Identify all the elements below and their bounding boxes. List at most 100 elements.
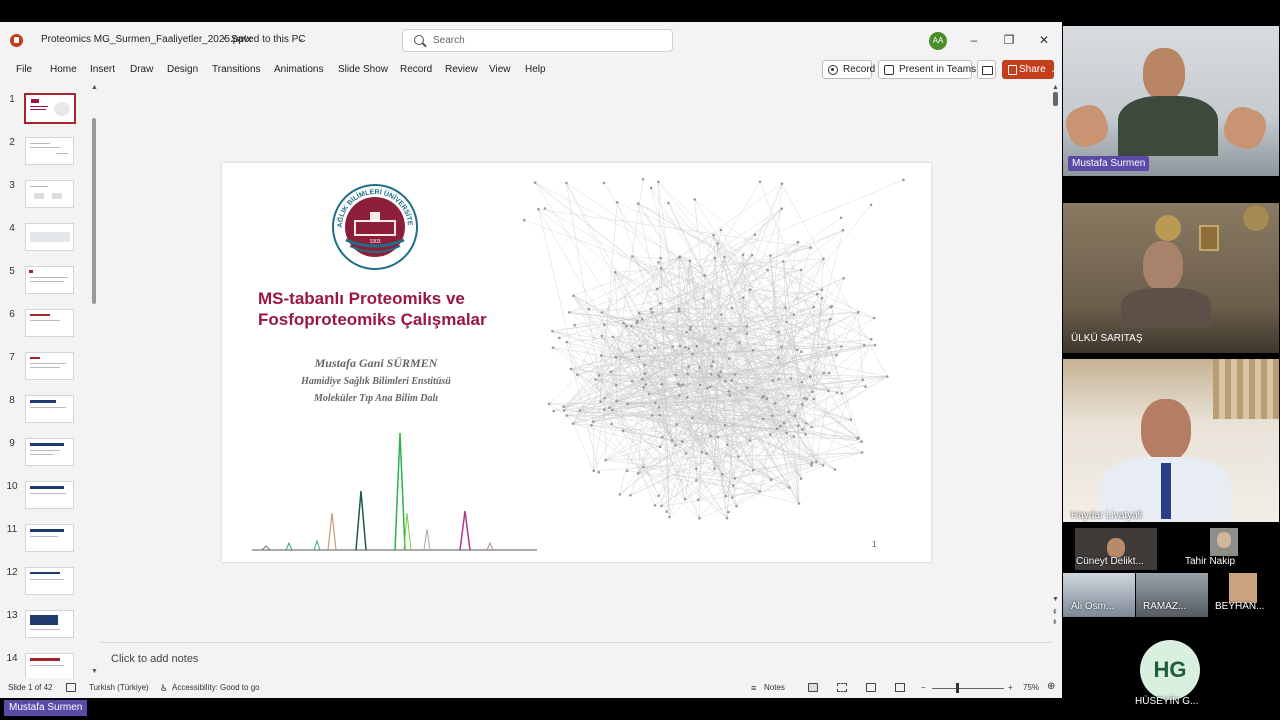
slide-title[interactable]: MS-tabanlı Proteomiks ve Fosfoproteomiks… [258,288,487,330]
scroll-up-icon[interactable]: ▲ [91,84,98,91]
notes-pane[interactable]: Click to add notes [100,642,1053,674]
close-icon[interactable]: ✕ [1034,31,1054,49]
zoom-slider[interactable] [932,688,1004,689]
menu-design[interactable]: Design [167,64,198,75]
slide-thumbnail-11[interactable] [25,524,74,552]
language-status[interactable]: Turkish (Türkiye) [89,683,149,692]
normal-view-icon[interactable] [808,683,818,692]
network-node [695,467,698,471]
network-node [611,335,615,339]
spell-check-icon[interactable] [66,683,76,692]
slide-thumbnail-2[interactable] [25,137,74,165]
menu-record[interactable]: Record [400,64,432,75]
network-node [688,259,692,263]
menu-transitions[interactable]: Transitions [212,64,261,75]
menu-animations[interactable]: Animations [274,64,323,75]
present-in-teams-button[interactable]: Present in Teams [878,60,976,79]
slide-thumbnail-14[interactable] [25,653,74,681]
zoom-slider-thumb[interactable] [956,683,959,693]
scroll-up-icon[interactable]: ▲ [1052,84,1059,91]
video-tile-2[interactable]: ÜLKÜ SARITAŞ [1063,203,1279,353]
share-button[interactable]: Share ⌄ [1002,60,1057,79]
slide-department[interactable]: Moleküler Tıp Ana Bilim Dalı [252,393,500,404]
network-node [719,370,722,374]
slide-canvas[interactable]: 1903 SAĞLIK BİLİMLERİ ÜNİVERSİTESİ MS-ta… [222,163,931,562]
next-slide-icon[interactable]: ⇟ [1052,618,1058,626]
scroll-down-icon[interactable]: ▼ [91,668,98,675]
slide-scrollbar[interactable] [1053,92,1058,106]
slide-thumbnail-13[interactable] [25,610,74,638]
menu-draw[interactable]: Draw [130,64,153,75]
video-tile-3[interactable]: Haydar Livatyali [1063,359,1279,522]
network-node [780,345,783,349]
reading-view-icon[interactable] [866,683,876,692]
search-icon [414,35,424,45]
network-node [630,349,634,352]
accessibility-status[interactable]: Accessibility: Good to go [172,683,260,692]
network-node [592,469,595,473]
slide-thumbnail-1[interactable] [24,93,76,124]
slide-thumbnail-5[interactable] [25,266,74,294]
notes-toggle[interactable]: Notes [764,683,785,692]
fit-to-window-icon[interactable]: ⊕ [1047,681,1055,692]
slide-sorter-icon[interactable] [837,683,847,692]
network-node [599,400,602,403]
network-node [653,346,657,350]
slide-institute[interactable]: Hamidiye Sağlık Bilimleri Enstitüsü [252,376,500,387]
zoom-out-button[interactable]: − [921,683,926,692]
thumbnail-scrollbar[interactable] [92,118,96,304]
zoom-level[interactable]: 75% [1023,683,1039,692]
slide-thumbnail-7[interactable] [25,352,74,380]
slide-page-number: 1 [872,540,877,549]
network-node [670,439,674,442]
slide-thumbnail-3[interactable] [25,180,74,208]
share-chevron-icon: ⌄ [1050,67,1057,74]
comments-icon[interactable] [977,60,996,79]
network-edges [524,179,904,519]
slide-thumbnail-12[interactable] [25,567,74,595]
save-status[interactable]: Saved to this PC [231,34,305,45]
menu-review[interactable]: Review [445,64,478,75]
menu-help[interactable]: Help [525,64,546,75]
search-box[interactable]: Search [402,29,673,52]
share-button-label: Share [1019,64,1046,75]
network-node [820,288,824,292]
network-node [671,345,674,348]
network-node [800,350,803,354]
video-tile-small-2[interactable] [1210,528,1238,556]
slide-thumbnail-10[interactable] [25,481,74,509]
slide-thumbnail-8[interactable] [25,395,74,423]
restore-icon[interactable]: ❐ [999,31,1019,49]
slide-thumbnail-6[interactable] [25,309,74,337]
network-node [641,178,645,181]
video-tile-small-5[interactable] [1229,573,1257,603]
network-node [660,435,664,439]
network-node [643,363,646,367]
record-button[interactable]: Record [822,60,875,79]
network-node [678,394,681,397]
menu-slide-show[interactable]: Slide Show [338,64,388,75]
network-node [698,366,701,369]
chevron-down-icon[interactable]: ⌄ [297,33,305,44]
user-avatar[interactable]: AA [929,32,947,50]
video-tile-1[interactable]: Mustafa Surmen [1063,26,1279,176]
scroll-down-icon[interactable]: ▼ [1052,596,1059,603]
menu-home[interactable]: Home [50,64,77,75]
slide-author[interactable]: Mustafa Gani SÜRMEN [272,356,480,371]
previous-slide-icon[interactable]: ⇞ [1052,608,1058,616]
minimize-icon[interactable]: – [964,31,984,49]
zoom-in-button[interactable]: + [1008,683,1013,692]
participant-avatar[interactable]: HG [1140,640,1200,700]
network-node [650,311,654,314]
slide-thumbnail-9[interactable] [25,438,74,466]
menu-file[interactable]: File [16,64,32,75]
menu-insert[interactable]: Insert [90,64,115,75]
network-node [576,373,579,377]
network-node [771,414,774,417]
thumb-number: 1 [9,94,15,105]
slide-show-icon[interactable] [895,683,905,692]
participant-name: Ali Osm... [1071,601,1115,612]
menu-view[interactable]: View [489,64,511,75]
network-node [689,325,692,329]
slide-thumbnail-4[interactable] [25,223,74,251]
